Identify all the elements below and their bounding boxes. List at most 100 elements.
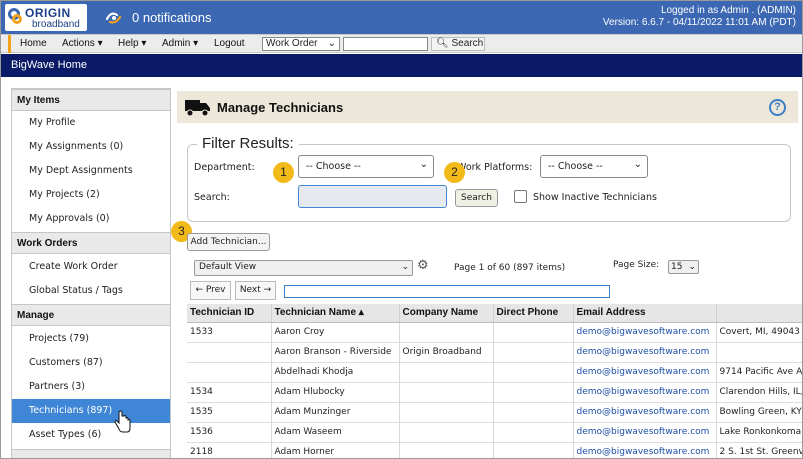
version-info: Version: 6.6.7 - 04/11/2022 11:01 AM (PD… (602, 17, 796, 28)
col-address[interactable] (716, 304, 802, 323)
sidebar-heading-work-orders: Work Orders (12, 232, 170, 254)
table-row[interactable]: 1535 Adam Munzinger demo@bigwavesoftware… (187, 402, 802, 423)
cell-id: 1534 (187, 382, 272, 403)
cell-email[interactable]: demo@bigwavesoftware.com (573, 442, 717, 458)
cell-email[interactable]: demo@bigwavesoftware.com (573, 382, 717, 403)
cell-company (399, 442, 494, 458)
page-size-select[interactable]: 15 ⌄ (668, 260, 699, 274)
page-size-label: Page Size: (613, 260, 660, 270)
table-row[interactable]: Aaron Branson - Riverside Origin Broadba… (187, 342, 802, 363)
sidebar-item-my-assignments[interactable]: My Assignments (0) (12, 135, 170, 159)
cell-address: Lake Ronkonkoma, (716, 422, 802, 443)
help-icon[interactable]: ? (769, 99, 786, 116)
logo-ring-orange (12, 14, 22, 24)
notifications-count[interactable]: 0 notifications (132, 10, 212, 25)
technicians-table: Technician ID Technician Name ▴ Company … (187, 304, 802, 458)
global-search-button[interactable]: 🔍︎ Search (431, 37, 485, 51)
cell-phone (493, 382, 574, 403)
table-row[interactable]: Abdelhadi Khodja demo@bigwavesoftware.co… (187, 362, 802, 383)
sidebar-item-partners[interactable]: Partners (3) (12, 375, 170, 399)
add-technician-button[interactable]: Add Technician... (187, 233, 270, 251)
search-type-select[interactable]: Work Order ⌄ (262, 37, 340, 51)
sidebar-item-asset-types[interactable]: Asset Types (6) (12, 423, 170, 447)
cell-email[interactable]: demo@bigwavesoftware.com (573, 402, 717, 423)
chevron-down-icon: ⌄ (401, 262, 409, 272)
sidebar-item-my-approvals[interactable]: My Approvals (0) (12, 207, 170, 231)
global-search-input[interactable] (343, 37, 428, 51)
cell-phone (493, 342, 574, 363)
global-search-label: Search (451, 38, 484, 49)
notification-bell-icon[interactable] (105, 9, 123, 25)
sidebar-item-customers[interactable]: Customers (87) (12, 351, 170, 375)
work-platforms-label: Work Platforms: (457, 162, 533, 173)
sidebar-item-my-projects[interactable]: My Projects (2) (12, 183, 170, 207)
table-row[interactable]: 1536 Adam Waseem demo@bigwavesoftware.co… (187, 422, 802, 443)
cell-id: 2118 (187, 442, 272, 458)
origin-broadband-logo[interactable]: ORIGIN broadband (5, 4, 87, 31)
cell-address: Covert, MI, 49043 (716, 322, 802, 343)
truck-icon (185, 100, 210, 117)
cell-address: Clarendon Hills, IL, (716, 382, 802, 403)
page-title: Manage Technicians (217, 100, 344, 115)
cell-id: 1535 (187, 402, 272, 423)
filter-legend: Filter Results: (197, 135, 299, 152)
table-row[interactable]: 1534 Adam Hlubocky demo@bigwavesoftware.… (187, 382, 802, 403)
sidebar-item-create-work-order[interactable]: Create Work Order (12, 255, 170, 279)
sidebar-item-my-profile[interactable]: My Profile (12, 111, 170, 135)
cell-email[interactable]: demo@bigwavesoftware.com (573, 342, 717, 363)
page-info: Page 1 of 60 (897 items) (454, 263, 566, 273)
cell-name: Adam Waseem (271, 422, 400, 443)
cell-phone (493, 322, 574, 343)
logo-word-origin: ORIGIN (25, 6, 71, 20)
col-email-address[interactable]: Email Address (573, 304, 717, 323)
view-select[interactable]: Default View ⌄ (194, 260, 413, 276)
col-company-name[interactable]: Company Name (399, 304, 494, 323)
cell-name: Adam Hlubocky (271, 382, 400, 403)
menu-bar: Home Actions ▾ Help ▾ Admin ▾ Logout Wor… (1, 34, 802, 53)
cell-email[interactable]: demo@bigwavesoftware.com (573, 422, 717, 443)
department-label: Department: (194, 162, 255, 173)
menu-home[interactable]: Home (20, 38, 47, 49)
cell-name: Adam Munzinger (271, 402, 400, 423)
cell-address (716, 342, 802, 363)
technician-search-input[interactable] (298, 185, 447, 208)
cell-email[interactable]: demo@bigwavesoftware.com (573, 362, 717, 383)
menu-help[interactable]: Help ▾ (118, 38, 146, 49)
sidebar-item-global-status-tags[interactable]: Global Status / Tags (12, 279, 170, 303)
department-value: -- Choose -- (306, 161, 361, 172)
view-value: Default View (199, 262, 257, 272)
work-platforms-select[interactable]: -- Choose -- ⌄ (540, 155, 648, 178)
show-inactive-checkbox[interactable] (514, 190, 527, 203)
table-row[interactable]: 2118 Adam Horner demo@bigwavesoftware.co… (187, 442, 802, 458)
search-button[interactable]: Search (455, 189, 498, 207)
search-label: Search: (194, 192, 230, 203)
table-row[interactable]: 1533 Aaron Croy demo@bigwavesoftware.com… (187, 322, 802, 343)
gear-icon[interactable]: ⚙ (417, 259, 431, 273)
cell-id: 1536 (187, 422, 272, 443)
cell-email[interactable]: demo@bigwavesoftware.com (573, 322, 717, 343)
menu-admin[interactable]: Admin ▾ (162, 38, 198, 49)
next-page-button[interactable]: Next → (235, 281, 276, 300)
menu-actions[interactable]: Actions ▾ (62, 38, 103, 49)
cell-address: 2 S. 1st St. Greenv (716, 442, 802, 458)
sidebar-heading-more (12, 449, 170, 458)
menu-logout[interactable]: Logout (214, 38, 245, 49)
cell-name: Aaron Croy (271, 322, 400, 343)
col-direct-phone[interactable]: Direct Phone (493, 304, 574, 323)
sidebar-item-projects[interactable]: Projects (79) (12, 327, 170, 351)
page-jump-input[interactable] (284, 285, 610, 298)
cell-phone (493, 422, 574, 443)
sidebar-heading-manage: Manage (12, 304, 170, 326)
col-technician-name[interactable]: Technician Name ▴ (271, 304, 400, 323)
top-header: ORIGIN broadband 0 notifications Logged … (1, 1, 802, 34)
cell-phone (493, 362, 574, 383)
page-title-bar: Manage Technicians ? (177, 91, 798, 123)
prev-page-button[interactable]: ← Prev (190, 281, 231, 300)
department-select[interactable]: -- Choose -- ⌄ (298, 155, 434, 178)
sidebar-item-my-dept-assignments[interactable]: My Dept Assignments (12, 159, 170, 183)
sidebar-item-technicians[interactable]: Technicians (897) (12, 399, 170, 423)
chevron-down-icon: ⌄ (327, 38, 336, 49)
home-bar-title[interactable]: BigWave Home (11, 59, 87, 71)
col-technician-id[interactable]: Technician ID (187, 304, 272, 323)
page-size-value: 15 (671, 262, 683, 272)
